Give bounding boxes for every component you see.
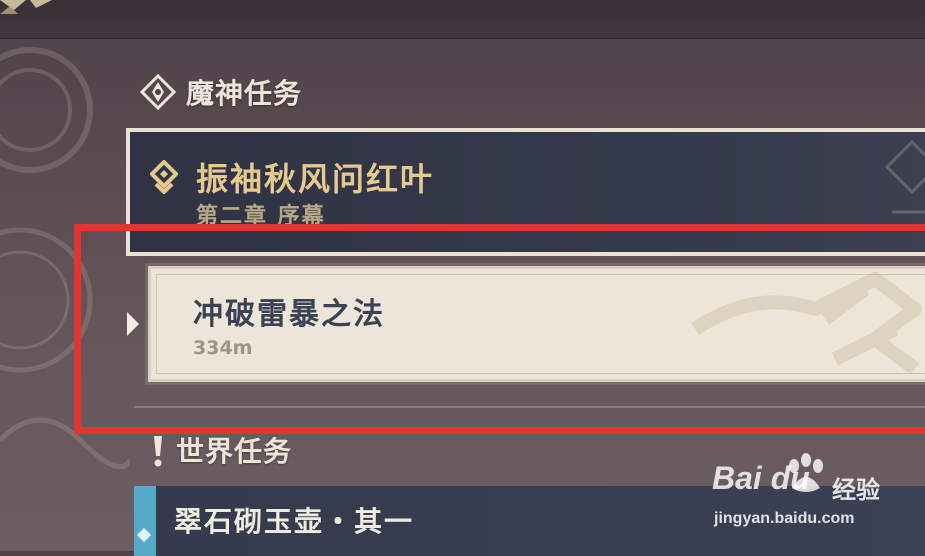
archon-quest-diamond-icon [150,160,178,194]
menu-corner-icon[interactable] [0,0,60,38]
archon-quests-header[interactable]: 魔神任务 [140,72,302,112]
archon-quest-title: 振袖秋风问红叶 [196,160,435,198]
baidu-paw-icon [789,453,823,492]
world-quest-marker-icon [136,527,152,543]
baidu-jingyan-watermark: Bai du 经验 jingyan.baidu.com [712,452,912,532]
top-bar [0,0,925,39]
world-quests-label: 世界任务 [176,435,293,468]
world-quest-title: 翠石砌玉壶・其一 [174,505,415,538]
archon-quests-label: 魔神任务 [186,77,303,110]
archon-quest-icon [140,74,176,110]
watermark-jingyan: 经验 [832,476,880,504]
world-quest-exclamation-icon [154,436,162,467]
world-quests-header[interactable]: 世界任务 [150,430,292,470]
watermark-url: jingyan.baidu.com [714,510,855,527]
highlight-annotation-box [74,224,925,434]
